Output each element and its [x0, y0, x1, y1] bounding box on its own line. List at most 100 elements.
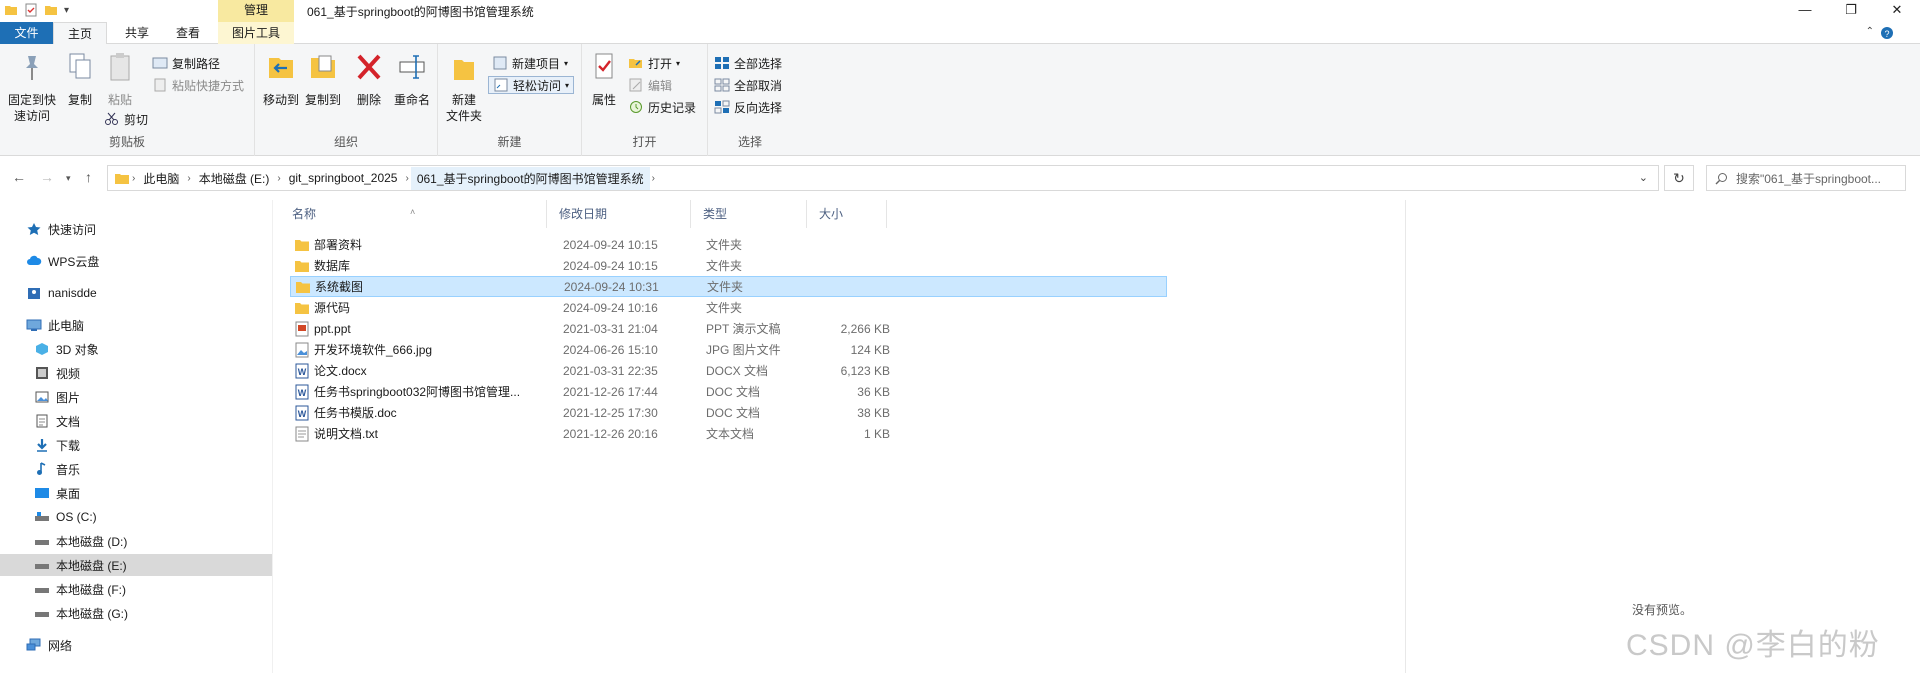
copy-path-button[interactable]: 复制路径 — [152, 54, 220, 72]
minimize-button[interactable]: — — [1782, 0, 1828, 22]
tab-file[interactable]: 文件 — [0, 22, 53, 44]
rename-button[interactable]: 重命名 — [391, 48, 433, 108]
nav-user-folder[interactable]: nanisdde — [0, 282, 272, 304]
recent-locations-icon[interactable]: ▾ — [66, 173, 71, 184]
breadcrumb-separator-icon[interactable]: › — [403, 173, 410, 184]
breadcrumb-drive-e[interactable]: 本地磁盘 (E:) — [193, 170, 276, 187]
nav-drive-d[interactable]: 本地磁盘 (D:) — [0, 530, 272, 552]
help-icon[interactable]: ? — [1880, 26, 1894, 40]
star-icon — [27, 223, 41, 235]
back-icon[interactable]: ← — [12, 169, 26, 185]
tab-share[interactable]: 共享 — [112, 22, 162, 44]
address-bar[interactable]: › 此电脑 › 本地磁盘 (E:) › git_springboot_2025 … — [107, 165, 1659, 191]
file-row[interactable]: 数据库 2024-09-24 10:15 文件夹 — [290, 255, 1167, 276]
refresh-button[interactable]: ↻ — [1664, 165, 1694, 191]
column-header-name[interactable]: 名称 ˄ — [280, 200, 547, 228]
folder-icon[interactable] — [4, 3, 18, 17]
close-button[interactable]: ✕ — [1874, 0, 1920, 22]
column-header-type[interactable]: 类型 — [691, 200, 807, 228]
nav-drive-f[interactable]: 本地磁盘 (F:) — [0, 578, 272, 600]
copy-button[interactable]: 复制 — [62, 48, 98, 108]
nav-network[interactable]: 网络 — [0, 634, 272, 656]
nav-3d-objects[interactable]: 3D 对象 — [0, 338, 272, 360]
nav-wps-cloud[interactable]: WPS云盘 — [0, 250, 272, 272]
history-icon — [630, 101, 642, 113]
nav-drive-c[interactable]: OS (C:) — [0, 506, 272, 528]
properties-button[interactable]: 属性 — [586, 48, 622, 108]
nav-downloads[interactable]: 下载 — [0, 434, 272, 456]
search-input[interactable]: 搜索"061_基于springboot... — [1736, 170, 1881, 187]
forward-icon[interactable]: → — [40, 169, 54, 185]
new-item-button[interactable]: 新建项目 ▾ — [492, 54, 568, 72]
file-row[interactable]: W 论文.docx 2021-03-31 22:35 DOCX 文档 6,123… — [290, 360, 1167, 381]
scissors-icon — [105, 112, 118, 125]
tab-view[interactable]: 查看 — [162, 22, 214, 44]
pane-splitter[interactable] — [272, 200, 273, 673]
paste-icon — [110, 53, 130, 81]
preview-pane-splitter[interactable] — [1405, 200, 1406, 673]
breadcrumb-current-folder[interactable]: 061_基于springboot的阿博图书馆管理系统 — [410, 166, 650, 190]
invert-selection-button[interactable]: 反向选择 — [714, 98, 782, 116]
nav-drive-g[interactable]: 本地磁盘 (G:) — [0, 602, 272, 624]
easy-access-button[interactable]: 轻松访问 ▾ — [488, 76, 575, 94]
nav-drive-e[interactable]: 本地磁盘 (E:) — [0, 554, 272, 576]
svg-text:W: W — [298, 388, 307, 398]
window-title: 061_基于springboot的阿博图书馆管理系统 — [307, 5, 534, 19]
file-row[interactable]: 系统截图 2024-09-24 10:31 文件夹 — [290, 276, 1167, 297]
tab-home[interactable]: 主页 — [53, 22, 107, 44]
nav-videos[interactable]: 视频 — [0, 362, 272, 384]
breadcrumb-git-folder[interactable]: git_springboot_2025 — [283, 171, 404, 185]
breadcrumb-separator-icon[interactable]: › — [185, 173, 192, 184]
column-header-size[interactable]: 大小 — [807, 200, 887, 228]
history-button[interactable]: 历史记录 — [628, 98, 696, 116]
nav-desktop[interactable]: 桌面 — [0, 482, 272, 504]
nav-label: 网络 — [48, 638, 73, 653]
maximize-button[interactable]: ❐ — [1828, 0, 1874, 22]
file-row[interactable]: 说明文档.txt 2021-12-26 20:16 文本文档 1 KB — [290, 423, 1167, 444]
file-row[interactable]: 源代码 2024-09-24 10:16 文件夹 — [290, 297, 1167, 318]
user-folder-icon — [28, 288, 40, 299]
open-dropdown-icon: ▾ — [676, 58, 681, 68]
paste-shortcut-button[interactable]: 粘贴快捷方式 — [152, 76, 244, 94]
breadcrumb-this-pc[interactable]: 此电脑 — [137, 170, 185, 187]
nav-music[interactable]: 音乐 — [0, 458, 272, 480]
file-size: 38 KB — [857, 405, 890, 420]
rename-label: 重命名 — [393, 93, 430, 107]
file-row[interactable]: W 任务书模版.doc 2021-12-25 17:30 DOC 文档 38 K… — [290, 402, 1167, 423]
column-header-date[interactable]: 修改日期 — [547, 200, 691, 228]
address-dropdown-icon[interactable]: ⌄ — [1639, 171, 1648, 184]
move-to-button[interactable]: 移动到 — [261, 48, 301, 108]
copy-to-button[interactable]: 复制到 — [303, 48, 343, 108]
customize-qat-icon[interactable]: ▾ — [64, 5, 69, 16]
file-row[interactable]: 开发环境软件_666.jpg 2024-06-26 15:10 JPG 图片文件… — [290, 339, 1167, 360]
select-none-button[interactable]: 全部取消 — [714, 76, 782, 94]
file-name: 数据库 — [314, 259, 351, 273]
cut-button[interactable]: 剪切 — [104, 110, 148, 128]
edit-button[interactable]: 编辑 — [628, 76, 672, 94]
new-folder-button[interactable]: 新建 文件夹 — [442, 48, 486, 124]
open-button[interactable]: 打开 ▾ — [628, 54, 680, 72]
nav-documents[interactable]: 文档 — [0, 410, 272, 432]
search-box[interactable]: 搜索"061_基于springboot... — [1706, 165, 1906, 191]
collapse-ribbon-icon[interactable]: ⌃ — [1866, 26, 1874, 37]
paste-button[interactable]: 粘贴 — [102, 48, 138, 108]
tab-picture-tools[interactable]: 图片工具 — [218, 22, 294, 44]
nav-pictures[interactable]: 图片 — [0, 386, 272, 408]
new-folder-icon[interactable] — [44, 3, 58, 17]
nav-quick-access[interactable]: 快速访问 — [0, 218, 272, 240]
up-icon[interactable]: ↑ — [85, 169, 92, 185]
breadcrumb-separator-icon[interactable]: › — [650, 173, 657, 184]
nav-this-pc[interactable]: 此电脑 — [0, 314, 272, 336]
file-row[interactable]: W 任务书springboot032阿博图书馆管理... 2021-12-26 … — [290, 381, 1167, 402]
delete-button[interactable]: 删除 — [353, 48, 385, 108]
pin-to-quick-access-button[interactable]: 固定到快 速访问 — [4, 48, 60, 124]
file-date: 2021-12-25 17:30 — [563, 405, 658, 420]
breadcrumb-separator-icon[interactable]: › — [275, 173, 282, 184]
file-row[interactable]: ppt.ppt 2021-03-31 21:04 PPT 演示文稿 2,266 … — [290, 318, 1167, 339]
search-icon — [1715, 172, 1727, 184]
breadcrumb-separator-icon[interactable]: › — [130, 173, 137, 184]
properties-check-icon[interactable] — [24, 3, 38, 17]
file-row[interactable]: 部署资料 2024-09-24 10:15 文件夹 — [290, 234, 1167, 255]
select-all-button[interactable]: 全部选择 — [714, 54, 782, 72]
file-type: 文件夹 — [706, 259, 743, 273]
